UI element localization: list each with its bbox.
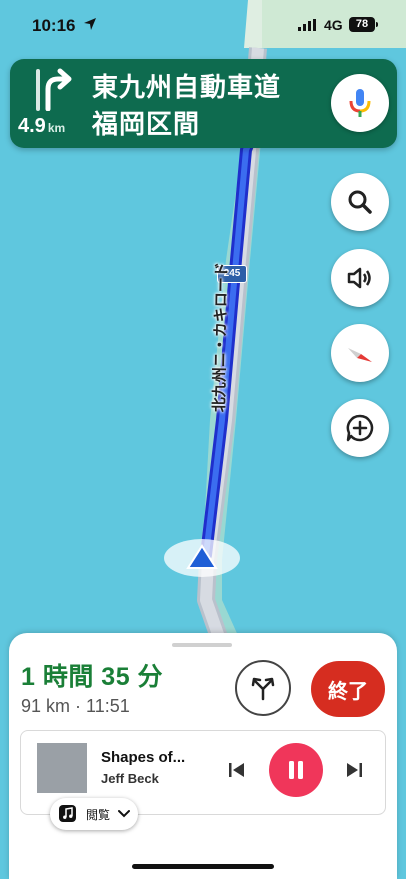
search-icon <box>348 190 372 214</box>
status-time: 10:16 <box>32 16 76 35</box>
report-add-icon <box>346 414 374 442</box>
distance-value: 4.9 <box>18 115 46 137</box>
compass-button[interactable] <box>331 324 389 382</box>
previous-track-icon[interactable] <box>227 760 247 780</box>
distance-arrival-time: 91 km · 11:51 <box>21 696 130 716</box>
trip-summary-panel[interactable]: 1 時間 35 分 91 km · 11:51 終了 Shapes of... … <box>9 633 397 879</box>
report-incident-button[interactable] <box>331 399 389 457</box>
road-name-label: 北九州ニ・カキロード <box>210 262 231 413</box>
pause-button[interactable] <box>269 743 323 797</box>
panel-drag-handle[interactable] <box>172 643 232 647</box>
chevron-down-icon <box>118 810 130 818</box>
search-along-route-button[interactable] <box>331 173 389 231</box>
road-name-line-1: 東九州自動車道 <box>92 72 282 102</box>
battery-tip <box>376 22 378 27</box>
road-name-line-2: 福岡区間 <box>92 109 201 139</box>
alternate-route-icon <box>251 677 275 701</box>
browse-label: 閲覧 <box>86 808 111 822</box>
microphone-icon <box>349 89 371 117</box>
alternate-routes-button[interactable] <box>235 660 291 716</box>
maneuver-distance: 4.9 km <box>18 115 65 138</box>
signal-icon <box>298 19 316 31</box>
song-title: Shapes of... <box>101 749 186 766</box>
pause-icon <box>289 761 303 779</box>
sound-button[interactable] <box>331 249 389 307</box>
status-bar: 10:16 4G 78 <box>0 0 406 50</box>
battery-indicator: 78 <box>349 17 375 32</box>
next-track-icon[interactable] <box>344 760 364 780</box>
turn-right-arrow-icon <box>36 68 72 111</box>
voice-search-button[interactable] <box>331 74 389 132</box>
album-art <box>37 743 87 793</box>
location-arrow-icon <box>84 18 96 30</box>
apple-music-icon <box>59 805 76 822</box>
volume-icon <box>347 267 371 289</box>
eta-duration: 1 時間 35 分 <box>21 663 164 691</box>
compass-icon <box>348 348 372 362</box>
artist-name: Jeff Beck <box>101 771 159 786</box>
home-indicator[interactable] <box>132 864 274 869</box>
end-navigation-button[interactable]: 終了 <box>311 661 385 717</box>
distance-unit: km <box>47 121 66 135</box>
browse-music-button[interactable]: 閲覧 <box>50 798 138 830</box>
network-type: 4G <box>324 17 343 33</box>
navigation-instruction-banner[interactable]: 4.9 km 東九州自動車道 福岡区間 <box>10 59 397 148</box>
